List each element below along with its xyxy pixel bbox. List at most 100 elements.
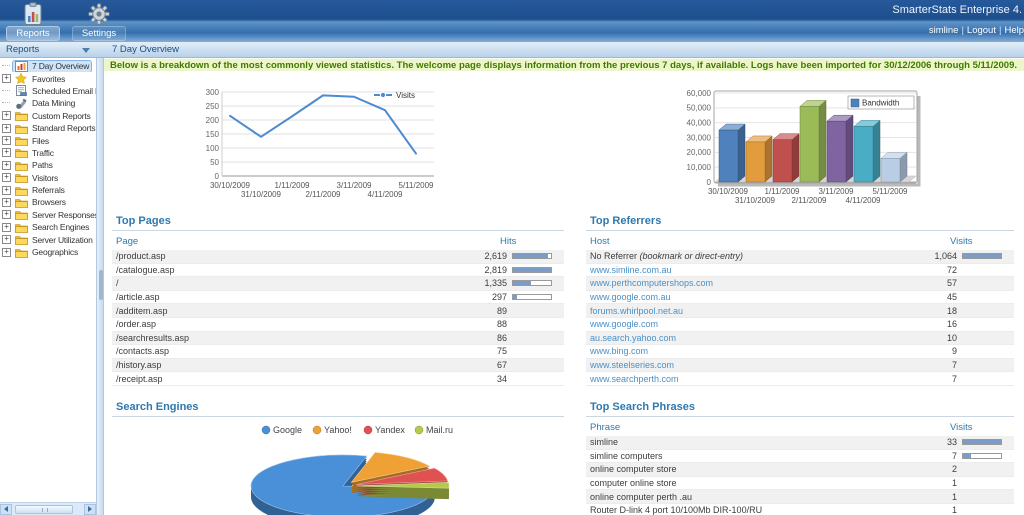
bandwidth-bar-chart: 010,00020,00030,00040,00050,00060,00030/… [680,78,930,206]
value-bar [512,294,552,300]
value-bar [512,267,552,273]
splitter-grip[interactable] [99,270,103,300]
expand-icon[interactable]: + [2,136,11,145]
table-row: /catalogue.asp2,819 [112,264,564,278]
sidebar-item-server-responses[interactable]: +Server Responses [0,209,96,221]
row-label: /receipt.asp [112,374,455,384]
svg-text:300: 300 [206,88,220,97]
separator: | [961,25,963,36]
expand-icon[interactable]: + [2,210,11,219]
chevron-down-icon[interactable] [82,48,90,53]
svg-text:2/11/2009: 2/11/2009 [306,190,342,199]
expand-icon[interactable]: + [2,235,11,244]
svg-text:250: 250 [206,102,220,111]
sidebar-item-referrals[interactable]: + Referrals [0,184,96,196]
sidebar-item-scheduled-email-reports[interactable]: Scheduled Email Reports [0,85,96,97]
separator: | [999,25,1001,36]
expand-icon[interactable]: + [2,124,11,133]
sidebar-item-search-engines[interactable]: + Search Engines [0,221,96,233]
sidebar-horizontal-scrollbar[interactable] [0,502,96,515]
folder-icon [15,135,29,146]
folder-icon [15,110,29,121]
expand-icon[interactable]: + [2,248,11,257]
bar-slot [957,453,1014,459]
expand-icon[interactable]: + [2,173,11,182]
scroll-right-button[interactable] [84,504,96,515]
expand-icon[interactable]: + [2,148,11,157]
table-row: /product.asp2,619 [112,250,564,264]
expand-icon[interactable]: + [2,161,11,170]
row-value: 75 [455,346,507,356]
scrollbar-thumb[interactable] [15,505,73,514]
sidebar-item-visitors[interactable]: + Visitors [0,172,96,184]
sidebar-item-label: Referrals [32,185,65,195]
host-link[interactable]: www.bing.com [586,346,905,356]
sidebar-item-standard-reports[interactable]: +Standard Reports [0,122,96,134]
logout-link[interactable]: Logout [967,25,996,36]
row-value: 2,819 [455,265,507,275]
host-link[interactable]: www.google.com [586,319,905,329]
column-header: Visits [910,236,1014,247]
table-row: www.google.com16 [586,318,1014,332]
sidebar-item-7-day-overview[interactable]: 7 Day Overview [0,60,96,72]
sidebar-item-label: Search Engines [32,222,89,232]
folder-icon [15,234,29,245]
row-value: 7 [905,451,957,461]
user-name-link[interactable]: simline [929,25,959,36]
host-link[interactable]: www.google.com.au [586,292,905,302]
bar-slot [507,267,564,273]
svg-text:50: 50 [210,158,219,167]
row-label: Router D-link 4 port 10/100Mb DIR-100/RU [586,505,905,515]
section-title: Top Referrers [586,212,1014,231]
email-report-icon [15,85,29,96]
row-value: 1 [905,492,957,502]
host-link[interactable]: au.search.yahoo.com [586,333,905,343]
host-link[interactable]: www.steelseries.com [586,360,905,370]
row-value: 57 [905,278,957,288]
host-link[interactable]: www.perthcomputershops.com [586,278,905,288]
sidebar-item-data-mining[interactable]: Data Mining [0,97,96,109]
report-sections-grid: Top Pages PageHits/product.asp2,619/cata… [104,208,1024,515]
section-title: Search Engines [112,398,564,417]
tab-reports[interactable]: Reports [6,1,60,41]
sidebar-splitter[interactable] [96,58,104,515]
host-link[interactable]: www.searchperth.com [586,374,905,384]
help-link[interactable]: Help [1004,25,1024,36]
expand-icon[interactable]: + [2,223,11,232]
table-row: www.simline.com.au72 [586,264,1014,278]
row-value: 7 [905,360,957,370]
overview-charts-row: 05010015020025030030/10/200931/10/20091/… [104,71,1024,206]
tab-settings[interactable]: Settings [72,1,126,41]
folder-icon [15,123,29,134]
expand-icon[interactable]: + [2,74,11,83]
report-tree: 7 Day Overview+FavoritesScheduled Email … [0,58,96,258]
host-link[interactable]: forums.whirlpool.net.au [586,306,905,316]
sidebar-item-traffic[interactable]: +Traffic [0,147,96,159]
folder-icon [15,185,29,196]
sidebar-item-paths[interactable]: +Paths [0,159,96,171]
row-label: /product.asp [112,251,455,261]
table-row: online computer perth .au1 [586,490,1014,504]
sidebar-item-custom-reports[interactable]: +Custom Reports [0,110,96,122]
row-label: No Referrer (bookmark or direct-entry) [586,251,905,261]
expand-icon[interactable]: + [2,198,11,207]
row-value: 7 [905,374,957,384]
top-referrers-table: HostVisitsNo Referrer (bookmark or direc… [586,232,1014,386]
scroll-left-button[interactable] [0,504,12,515]
row-value: 33 [905,437,957,447]
row-value: 1 [905,478,957,488]
table-row: /receipt.asp34 [112,372,564,386]
expand-icon[interactable]: + [2,186,11,195]
sidebar-item-label: Visitors [32,173,58,183]
sidebar-item-favorites[interactable]: +Favorites [0,72,96,84]
main-tabs: Reports Settings [6,1,126,41]
sidebar-item-label: Browsers [32,197,66,207]
sidebar-item-geographics[interactable]: +Geographics [0,246,96,258]
sidebar-item-browsers[interactable]: + Browsers [0,196,96,208]
svg-text:150: 150 [206,130,220,139]
sidebar-item-files[interactable]: +Files [0,134,96,146]
expand-icon[interactable]: + [2,111,11,120]
sidebar-item-server-utilization[interactable]: +Server Utilization [0,233,96,245]
row-label: simline computers [586,451,905,461]
host-link[interactable]: www.simline.com.au [586,265,905,275]
